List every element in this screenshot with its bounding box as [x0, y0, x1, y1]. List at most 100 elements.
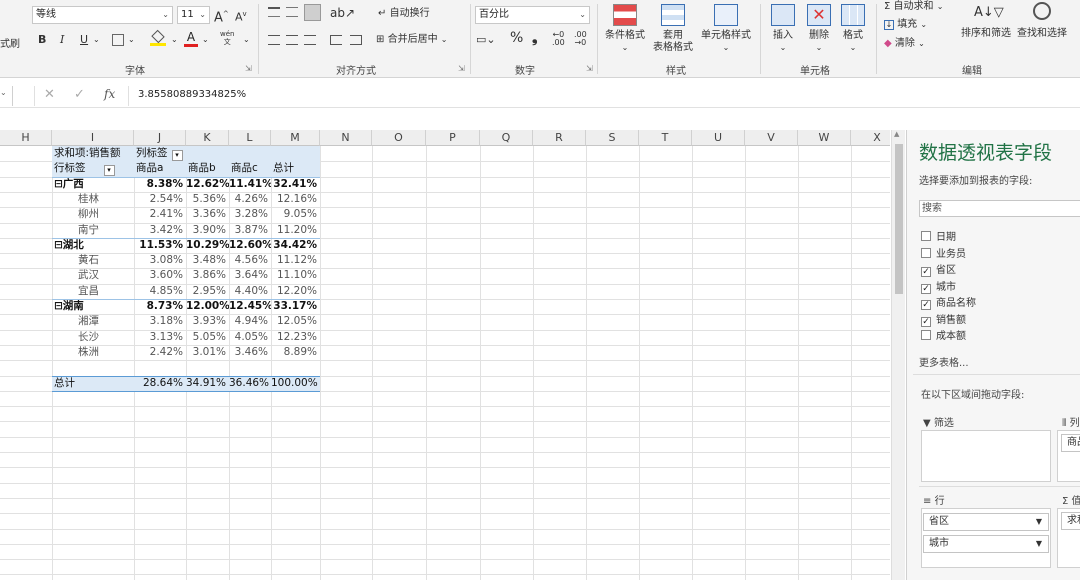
- checkbox-checked-icon[interactable]: ✓: [921, 267, 931, 277]
- pivot-value-cell[interactable]: 8.73%: [134, 299, 186, 314]
- worksheet-grid[interactable]: H I J K L M N O P Q R S T U V W X 求和项:销售额 列标签 ▾ 行标签 ▾ 商品a 商品b 商品…: [0, 130, 890, 580]
- phonetic-guide-button[interactable]: wén 文: [220, 30, 234, 46]
- find-select-button[interactable]: 查找和选择: [1014, 2, 1070, 40]
- pivot-total-cell[interactable]: 100.00%: [271, 376, 320, 391]
- scroll-thumb[interactable]: [895, 144, 903, 294]
- chevron-down-icon[interactable]: ⌄: [171, 32, 178, 48]
- pivot-value-cell[interactable]: 3.46%: [229, 345, 271, 360]
- align-top-icon[interactable]: [268, 7, 280, 17]
- pivot-value-cell[interactable]: 11.53%: [134, 238, 186, 253]
- pivot-value-cell[interactable]: 2.95%: [186, 284, 229, 299]
- field-item[interactable]: 日期: [921, 231, 956, 246]
- pivot-value-cell[interactable]: 3.64%: [229, 268, 271, 283]
- field-item[interactable]: ✓ 省区: [921, 264, 956, 279]
- pivot-province-label[interactable]: ⊟湖北: [54, 238, 134, 253]
- pivot-value-cell[interactable]: 4.85%: [134, 284, 186, 299]
- cell-styles-button[interactable]: 单元格样式 ⌄: [700, 4, 752, 54]
- column-field-pill[interactable]: 商品: [1061, 434, 1080, 452]
- cancel-icon[interactable]: ✕: [44, 87, 55, 102]
- field-item[interactable]: ✓ 商品名称: [921, 297, 976, 312]
- borders-icon[interactable]: [112, 34, 124, 46]
- checkbox-icon[interactable]: [921, 247, 931, 258]
- pivot-total-cell[interactable]: 36.46%: [229, 376, 271, 391]
- orientation-icon[interactable]: ab↗: [330, 5, 355, 21]
- pivot-value-cell[interactable]: 3.36%: [186, 207, 229, 222]
- chevron-down-icon[interactable]: ⌄: [128, 32, 135, 48]
- pivot-total-cell[interactable]: 34.91%: [186, 376, 229, 391]
- pivot-value-cell[interactable]: 4.56%: [229, 253, 271, 268]
- font-size-select[interactable]: 11 ⌄: [177, 6, 210, 24]
- dialog-launcher-icon[interactable]: ⇲: [245, 64, 252, 73]
- dialog-launcher-icon[interactable]: ⇲: [458, 64, 465, 73]
- column-header-t[interactable]: T: [639, 130, 692, 146]
- insert-cells-button[interactable]: 插入 ⌄: [766, 4, 800, 54]
- percent-button[interactable]: %: [510, 30, 523, 46]
- increase-indent-icon[interactable]: [350, 35, 362, 45]
- checkbox-checked-icon[interactable]: ✓: [921, 316, 931, 327]
- dropdown-arrow-icon[interactable]: ▼: [1036, 514, 1042, 530]
- pivot-value-cell[interactable]: 32.41%: [271, 177, 320, 192]
- pivot-value-cell[interactable]: 11.12%: [271, 253, 320, 268]
- row-field-pill[interactable]: 城市 ▼: [923, 535, 1049, 553]
- enter-check-icon[interactable]: ✓: [74, 87, 85, 102]
- column-header-v[interactable]: V: [745, 130, 798, 146]
- format-painter-label[interactable]: 式刷: [0, 38, 20, 52]
- column-header-k[interactable]: K: [186, 130, 229, 146]
- column-header-n[interactable]: N: [320, 130, 372, 146]
- column-header-h[interactable]: H: [0, 130, 52, 146]
- scroll-up-icon[interactable]: ▲: [894, 130, 899, 138]
- pivot-value-cell[interactable]: 12.62%: [186, 177, 229, 192]
- pivot-value-cell[interactable]: 3.42%: [134, 223, 186, 238]
- autosum-button[interactable]: Σ 自动求和 ⌄: [884, 0, 943, 14]
- pivot-value-cell[interactable]: 3.18%: [134, 314, 186, 329]
- pivot-value-cell[interactable]: 11.41%: [229, 177, 271, 192]
- pivot-value-cell[interactable]: 4.05%: [229, 330, 271, 345]
- pivot-value-cell[interactable]: 12.16%: [271, 192, 320, 207]
- column-header-r[interactable]: R: [533, 130, 586, 146]
- underline-button[interactable]: U: [80, 32, 88, 48]
- pivot-value-cell[interactable]: 3.13%: [134, 330, 186, 345]
- pivot-value-cell[interactable]: 12.05%: [271, 314, 320, 329]
- font-name-select[interactable]: 等线 ⌄: [32, 6, 173, 24]
- pivot-value-cell[interactable]: 12.20%: [271, 284, 320, 299]
- row-field-pill[interactable]: 省区 ▼: [923, 513, 1049, 531]
- align-left-icon[interactable]: [268, 35, 280, 45]
- formula-input[interactable]: 3.85580889334825%: [138, 89, 246, 100]
- decrease-indent-icon[interactable]: [330, 35, 342, 45]
- wrap-text-button[interactable]: ↵ 自动换行: [378, 6, 430, 22]
- pivot-value-cell[interactable]: 34.42%: [271, 238, 320, 253]
- pivot-value-cell[interactable]: 3.90%: [186, 223, 229, 238]
- clear-button[interactable]: ◆ 清除 ⌄: [884, 37, 925, 51]
- format-cells-button[interactable]: 格式 ⌄: [838, 4, 868, 54]
- number-format-select[interactable]: 百分比 ⌄: [475, 6, 590, 24]
- field-item[interactable]: 业务员: [921, 247, 966, 263]
- column-header-w[interactable]: W: [798, 130, 851, 146]
- decrease-decimal-icon[interactable]: .00 →0: [574, 31, 587, 47]
- dropdown-arrow-icon[interactable]: ▼: [1036, 536, 1042, 552]
- column-header-l[interactable]: L: [229, 130, 271, 146]
- dialog-launcher-icon[interactable]: ⇲: [586, 64, 593, 73]
- pivot-value-cell[interactable]: 3.08%: [134, 253, 186, 268]
- align-middle-icon[interactable]: [286, 7, 298, 17]
- column-header-u[interactable]: U: [692, 130, 745, 146]
- column-header-i[interactable]: I: [52, 130, 134, 146]
- pivot-value-cell[interactable]: 9.05%: [271, 207, 320, 222]
- column-header-m[interactable]: M: [271, 130, 320, 146]
- align-bottom-icon[interactable]: [304, 4, 321, 21]
- filter-dropdown-icon[interactable]: ▾: [103, 165, 115, 177]
- accounting-format-icon[interactable]: ▭⌄: [476, 32, 496, 48]
- pivot-value-cell[interactable]: 3.87%: [229, 223, 271, 238]
- value-field-pill[interactable]: 求和: [1061, 512, 1080, 530]
- pivot-value-cell[interactable]: 11.10%: [271, 268, 320, 283]
- column-header-p[interactable]: P: [426, 130, 480, 146]
- pivot-value-cell[interactable]: 12.60%: [229, 238, 271, 253]
- chevron-down-icon[interactable]: ⌄: [93, 32, 100, 48]
- pivot-value-cell[interactable]: 2.41%: [134, 207, 186, 222]
- insert-function-icon[interactable]: fx: [104, 87, 115, 101]
- pivot-value-cell[interactable]: 3.28%: [229, 207, 271, 222]
- checkbox-checked-icon[interactable]: ✓: [921, 283, 931, 294]
- column-header-j[interactable]: J: [134, 130, 186, 146]
- pivot-value-cell[interactable]: 3.48%: [186, 253, 229, 268]
- pivot-value-cell[interactable]: 33.17%: [271, 299, 320, 314]
- more-tables-link[interactable]: 更多表格...: [919, 354, 969, 369]
